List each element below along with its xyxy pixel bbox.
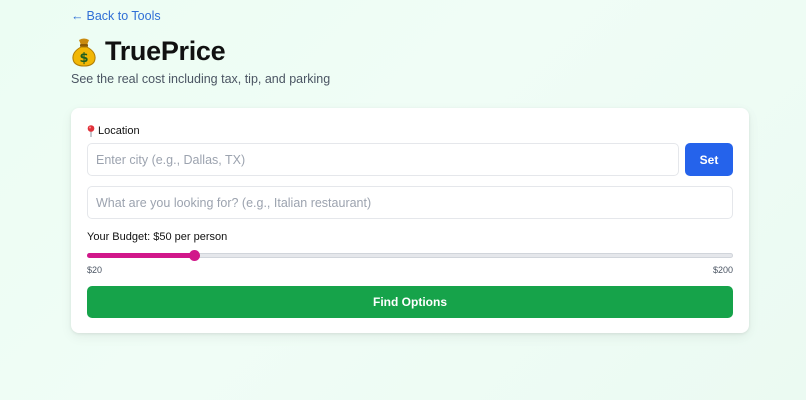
search-form-card: Location Set Your Budget: $50 per person… (71, 108, 749, 333)
budget-slider-fill (87, 253, 195, 258)
budget-max-label: $200 (712, 265, 733, 275)
page-title: TruePrice (105, 36, 226, 66)
set-location-button[interactable]: Set (685, 143, 733, 176)
svg-text:$: $ (79, 51, 88, 66)
city-input[interactable] (87, 143, 679, 176)
page-header: $ TruePrice (71, 36, 226, 67)
budget-slider[interactable] (87, 250, 733, 261)
back-to-tools-link[interactable]: ← Back to Tools (71, 9, 161, 23)
round-pushpin-icon (87, 125, 95, 137)
money-bag-icon: $ (72, 38, 96, 67)
page-subtitle: See the real cost including tax, tip, an… (71, 72, 331, 86)
budget-min-label: $20 (87, 265, 103, 275)
location-label: Location (87, 125, 140, 137)
location-label-text: Location (98, 125, 140, 137)
find-options-button[interactable]: Find Options (87, 286, 733, 318)
back-link-label: Back to Tools (86, 9, 161, 23)
budget-slider-thumb[interactable] (189, 250, 201, 261)
search-query-input[interactable] (87, 186, 733, 219)
budget-label: Your Budget: $50 per person (87, 231, 228, 243)
arrow-left-icon: ← (71, 9, 84, 23)
